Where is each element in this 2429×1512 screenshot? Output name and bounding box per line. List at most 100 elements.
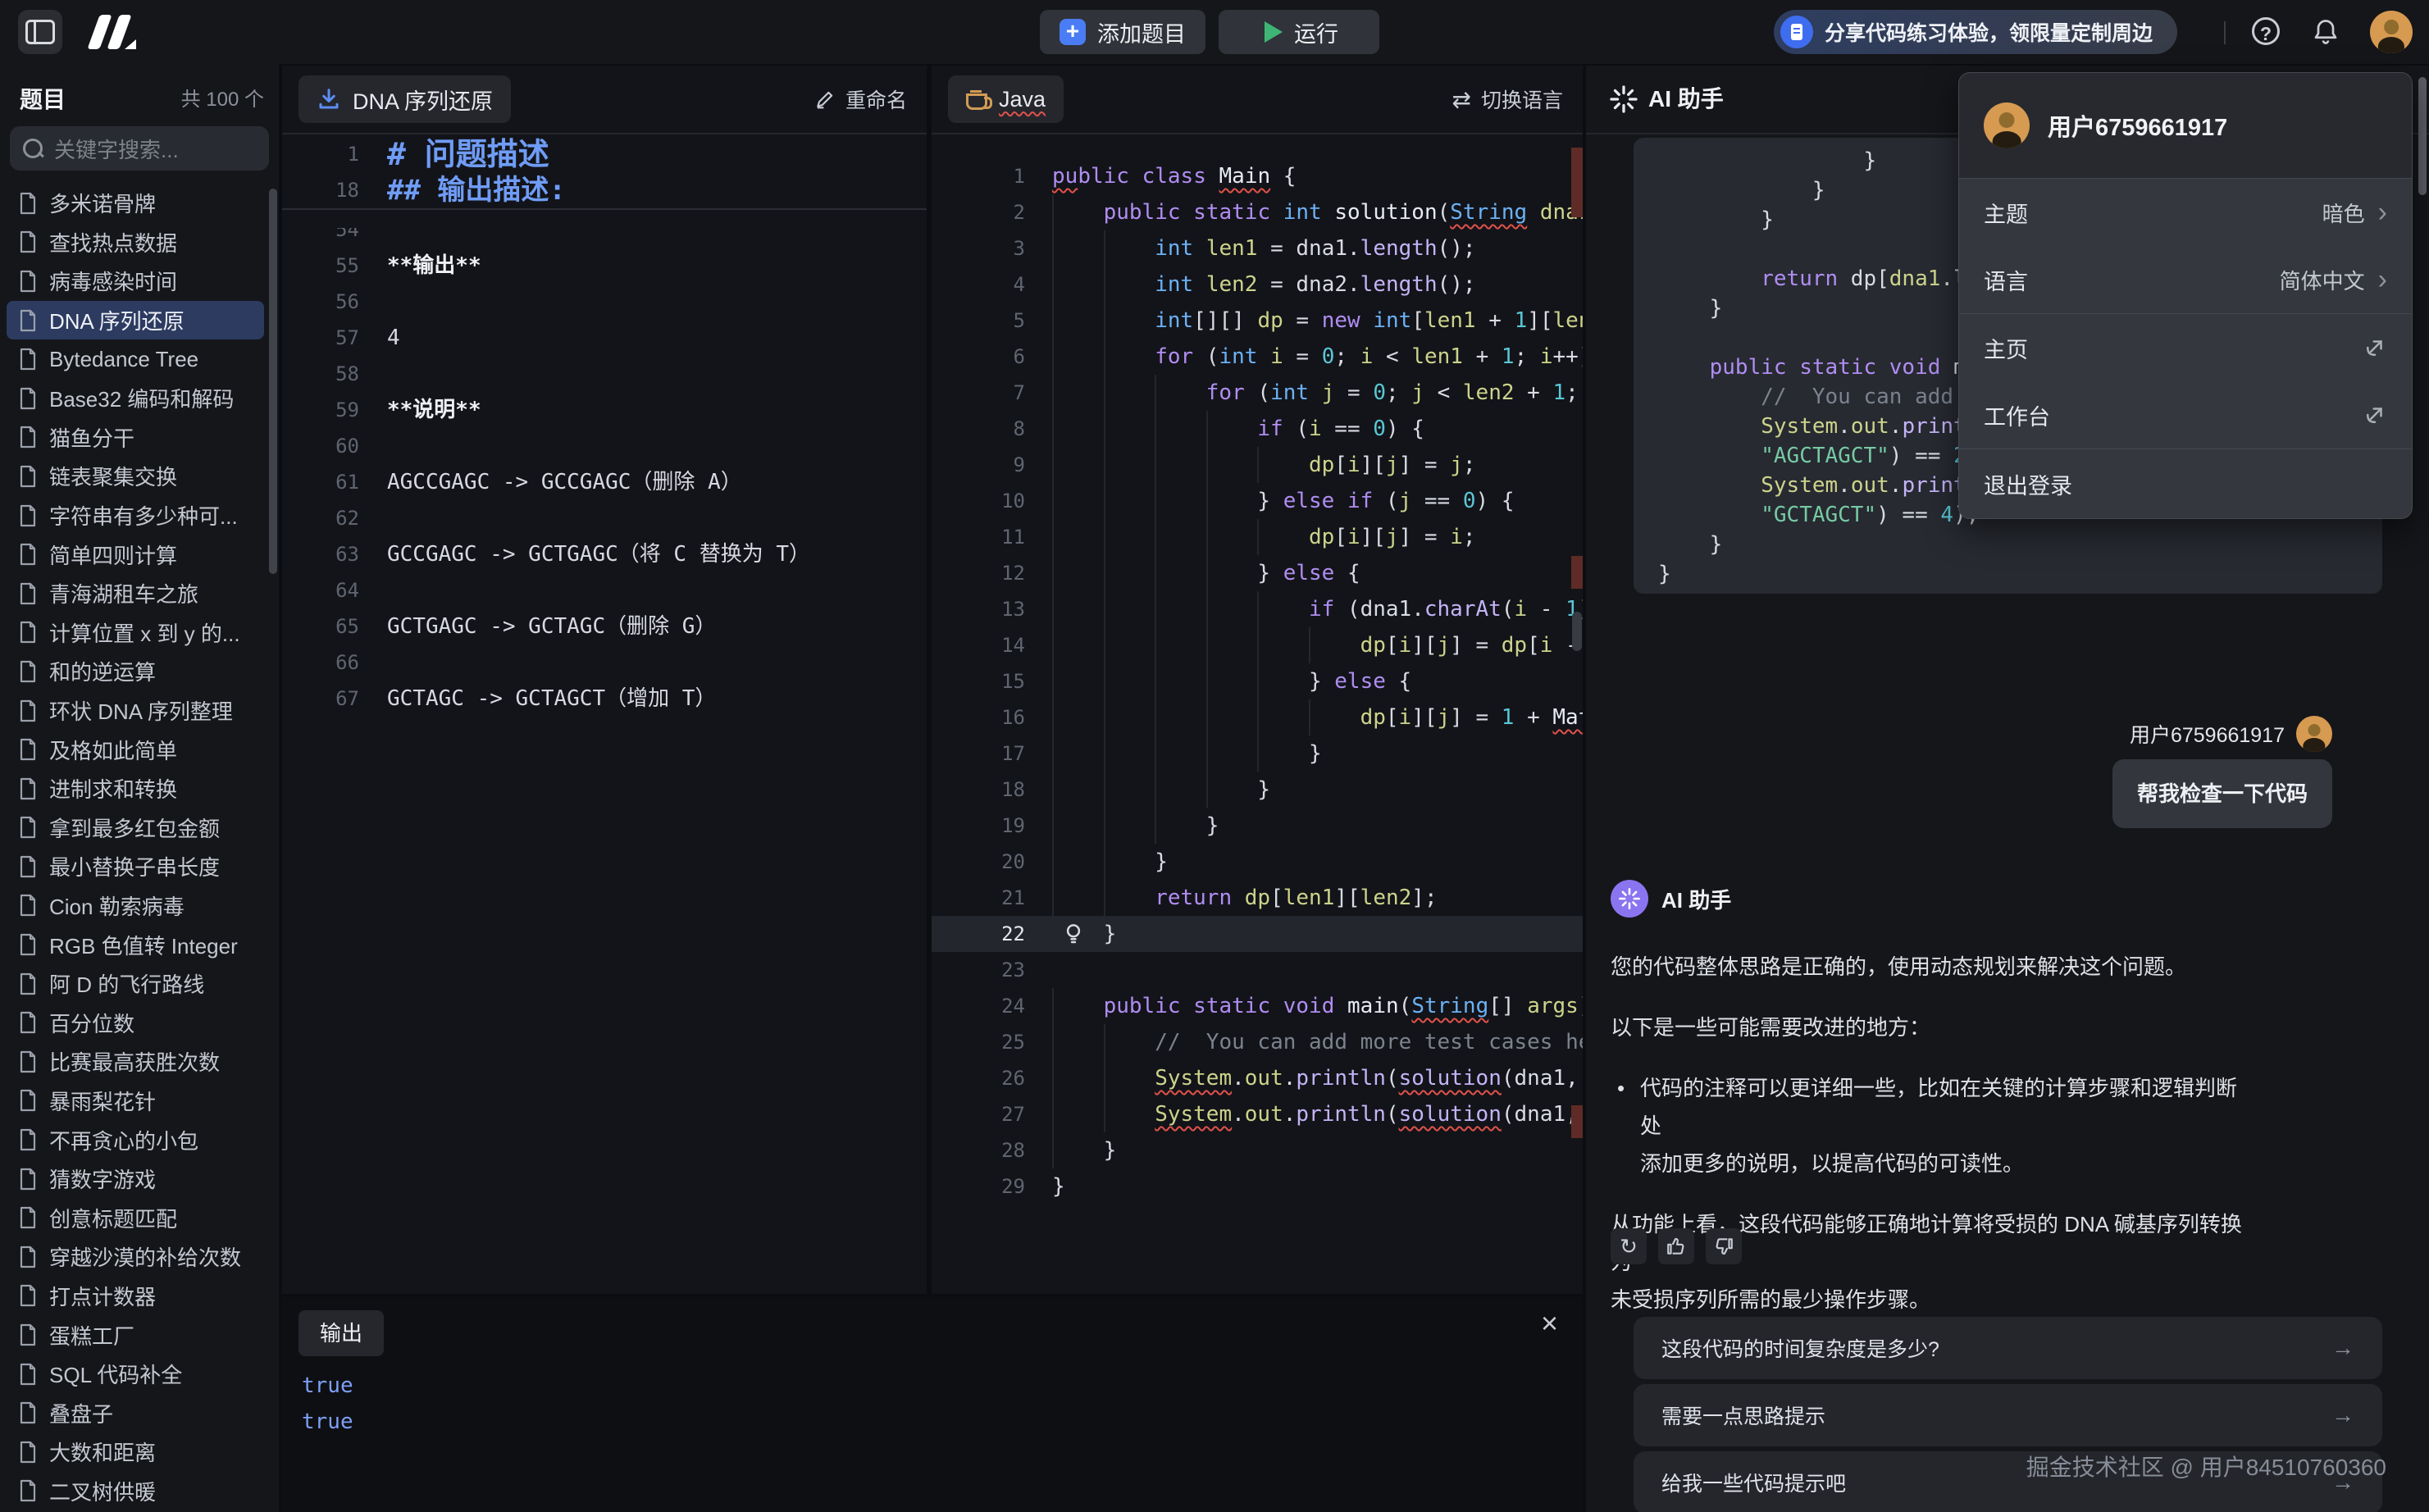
md-line[interactable]: 55**输出** [282,248,927,284]
code-line[interactable]: 4int len2 = dna2.length(); [932,266,1583,303]
search-input[interactable]: 关键字搜索... [10,126,269,171]
md-line[interactable]: 59**说明** [282,392,927,428]
md-line[interactable]: 67GCTAGC -> GCTAGCT（增加 T） [282,681,927,717]
sidebar-item[interactable]: 打点计数器 [7,1277,264,1316]
problem-tab[interactable]: DNA 序列还原 [298,75,511,123]
code-line[interactable]: 17} [932,736,1583,772]
sidebar-item[interactable]: 查找热点数据 [7,223,264,262]
code-line[interactable]: 11dp[i][j] = i; [932,519,1583,555]
run-button[interactable]: 运行 [1219,10,1379,54]
sidebar-item[interactable]: 青海湖租车之旅 [7,574,264,613]
md-line[interactable]: 60 [282,428,927,464]
code-line[interactable]: 18} [932,772,1583,808]
sidebar-item[interactable]: 阿 D 的飞行路线 [7,964,264,1004]
sidebar-item[interactable]: 百分位数 [7,1003,264,1042]
md-line[interactable]: 54 [282,228,927,248]
sidebar-item[interactable]: DNA 序列还原 [7,301,264,340]
code-line[interactable]: 28} [932,1132,1583,1168]
sidebar-item[interactable]: 最小替换子串长度 [7,847,264,886]
sidebar-item[interactable]: 字符串有多少种可... [7,496,264,535]
suggestion-chip[interactable]: 这段代码的时间复杂度是多少?→ [1634,1317,2382,1379]
code-line[interactable]: 15} else { [932,663,1583,699]
home-menu-item[interactable]: 主页 [1959,314,2412,381]
md-line[interactable]: 63GCCGAGC -> GCTGAGC（将 C 替换为 T） [282,536,927,572]
bell-icon[interactable] [2311,17,2340,47]
code-line[interactable]: 2public static int solution(String dna1,… [932,194,1583,230]
md-line[interactable]: 1# 问题描述 [282,136,927,172]
sidebar-item[interactable]: 不再贪心的小包 [7,1120,264,1159]
sidebar-item[interactable]: RGB 色值转 Integer [7,925,264,964]
app-logo[interactable] [85,13,143,51]
code-line[interactable]: 13if (dna1.charAt(i - 1) == dna2.charAt(… [932,591,1583,627]
sidebar-item[interactable]: 进制求和转换 [7,769,264,808]
md-lines[interactable]: 5455**输出**565745859**说明**6061AGCCGAGC ->… [282,228,927,717]
code-editor[interactable]: 1public class Main {2public static int s… [932,158,1583,1205]
code-line[interactable]: 5int[][] dp = new int[len1 + 1][len2 + 1… [932,303,1583,339]
code-line[interactable]: 10} else if (j == 0) { [932,483,1583,519]
sidebar-item[interactable]: 蛋糕工厂 [7,1315,264,1355]
code-scrollbar[interactable] [1572,612,1582,651]
sidebar-item[interactable]: 拿到最多红包金额 [7,808,264,848]
md-line[interactable]: 62 [282,500,927,536]
ai-panel-scrollbar[interactable] [2418,77,2427,195]
md-line[interactable]: 61AGCCGAGC -> GCCGAGC（删除 A） [282,464,927,500]
code-line[interactable]: 25// You can add more test cases here [932,1024,1583,1060]
md-line[interactable]: 18## 输出描述: [282,172,927,208]
sidebar-item[interactable]: 环状 DNA 序列整理 [7,691,264,731]
help-icon[interactable]: ? [2252,17,2280,45]
sidebar-toggle-button[interactable] [18,10,62,54]
code-line[interactable]: 16dp[i][j] = 1 + Math.min(dp[i - 1][j], … [932,699,1583,736]
code-line[interactable]: 7for (int j = 0; j < len2 + 1; j++) { [932,375,1583,411]
suggestion-chip[interactable]: 需要一点思路提示→ [1634,1384,2382,1446]
sidebar-item[interactable]: SQL 代码补全 [7,1355,264,1394]
sidebar-item[interactable]: 病毒感染时间 [7,262,264,301]
sidebar-item[interactable]: 链表聚集交换 [7,457,264,496]
md-line[interactable]: 574 [282,320,927,356]
user-avatar[interactable] [2370,11,2413,53]
code-line[interactable]: 1public class Main { [932,158,1583,194]
sidebar-item[interactable]: 大数和距离 [7,1432,264,1472]
rename-button[interactable]: 重命名 [814,75,907,123]
language-menu-item[interactable]: 语言 简体中文› [1959,246,2412,313]
md-line[interactable]: 56 [282,284,927,320]
code-line[interactable]: 3int len1 = dna1.length(); [932,230,1583,266]
md-line[interactable]: 58 [282,356,927,392]
code-line[interactable]: 19} [932,808,1583,844]
code-line[interactable]: 21return dp[len1][len2]; [932,880,1583,916]
code-line[interactable]: 6for (int i = 0; i < len1 + 1; i++) { [932,339,1583,375]
sidebar-scrollbar[interactable] [269,189,277,574]
code-line[interactable]: 27System.out.println(solution(dna1, dna2… [932,1096,1583,1132]
sidebar-item[interactable]: 二叉树供暖 [7,1472,264,1511]
sidebar-item[interactable]: 叠盘子 [7,1393,264,1432]
md-line[interactable]: 65GCTGAGC -> GCTAGC（删除 G） [282,608,927,644]
sidebar-item[interactable]: 比赛最高获胜次数 [7,1042,264,1082]
output-tab[interactable]: 输出 [298,1310,384,1356]
code-line[interactable]: 20} [932,844,1583,880]
md-line[interactable]: 64 [282,572,927,608]
sidebar-item[interactable]: 计算位置 x 到 y 的... [7,613,264,653]
sidebar-item[interactable]: 猫鱼分干 [7,418,264,458]
sidebar-item[interactable]: Bytedance Tree [7,339,264,379]
sidebar-item[interactable]: 多米诺骨牌 [7,184,264,223]
promo-banner[interactable]: 分享代码练习体验，领限量定制周边 [1774,10,2177,54]
sidebar-item[interactable]: 简单四则计算 [7,535,264,574]
sidebar-item[interactable]: 暴雨梨花针 [7,1082,264,1121]
sidebar-item[interactable]: 和的逆运算 [7,652,264,691]
thumbs-up-button[interactable] [1658,1228,1694,1264]
theme-menu-item[interactable]: 主题 暗色› [1959,179,2412,246]
sidebar-item[interactable]: Cion 勒索病毒 [7,886,264,926]
regenerate-button[interactable]: ↻ [1611,1228,1647,1264]
thumbs-down-button[interactable] [1706,1228,1742,1264]
code-line[interactable]: 23 [932,952,1583,988]
switch-language-button[interactable]: ⇄ 切换语言 [1452,75,1563,123]
sidebar-item[interactable]: 猜数字游戏 [7,1159,264,1199]
code-line[interactable]: 14dp[i][j] = dp[i - 1][j - 1]; [932,627,1583,663]
logout-menu-item[interactable]: 退出登录 [1959,449,2412,518]
code-line[interactable]: 29} [932,1168,1583,1205]
md-line[interactable]: 66 [282,644,927,681]
sidebar-item[interactable]: 穿越沙漠的补给次数 [7,1237,264,1277]
code-line[interactable]: 9dp[i][j] = j; [932,447,1583,483]
code-line[interactable]: 26System.out.println(solution(dna1, dna2… [932,1060,1583,1096]
code-line[interactable]: 12} else { [932,555,1583,591]
sidebar-item[interactable]: 创意标题匹配 [7,1198,264,1237]
